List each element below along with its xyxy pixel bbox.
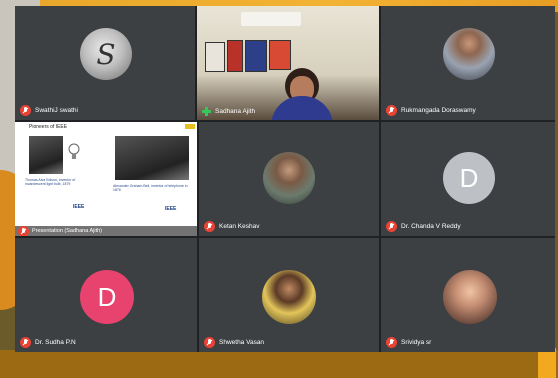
participant-name-row: Shwetha Vasan bbox=[204, 337, 264, 348]
participant-name: Presentation (Sadhana Ajith) bbox=[32, 228, 103, 234]
slide-background-bottom bbox=[0, 350, 558, 378]
avatar-letter: D bbox=[97, 281, 117, 312]
participant-name: SwathiJ swathi bbox=[35, 107, 78, 114]
participant-name-row: Dr. Sudha P.N bbox=[20, 337, 76, 348]
svg-text:S: S bbox=[96, 38, 115, 71]
participant-name-row: Sadhana Ajith bbox=[202, 107, 255, 116]
participant-tile-shwetha[interactable]: Shwetha Vasan bbox=[199, 238, 379, 352]
slide-background-corner bbox=[538, 348, 556, 378]
participant-name-row: Ketan Keshav bbox=[204, 221, 259, 232]
mic-off-icon bbox=[386, 105, 397, 116]
avatar bbox=[443, 28, 495, 80]
monogram-icon: S bbox=[96, 38, 115, 71]
avatar-letter: D bbox=[459, 162, 479, 193]
mic-off-icon bbox=[204, 337, 215, 348]
participant-name: Ketan Keshav bbox=[219, 223, 260, 230]
ieee-logo: IEEE bbox=[165, 206, 177, 212]
participant-name-row: Dr. Chanda V Reddy bbox=[386, 221, 461, 232]
avatar: S bbox=[80, 28, 132, 80]
pin-icon bbox=[202, 107, 211, 116]
avatar bbox=[262, 270, 316, 324]
background-poster bbox=[245, 40, 267, 72]
participant-tile-swathi[interactable]: S SwathiJ swathi bbox=[15, 6, 195, 120]
background-poster bbox=[269, 40, 291, 70]
participant-name: Dr. Sudha P.N bbox=[35, 339, 76, 346]
background-ac bbox=[241, 12, 301, 26]
participant-tile-sudha[interactable]: D Dr. Sudha P.N bbox=[15, 238, 197, 352]
avatar: D bbox=[443, 152, 495, 204]
participant-tile-sadhana[interactable]: Sadhana Ajith bbox=[197, 6, 379, 120]
background-poster bbox=[205, 42, 225, 72]
mic-off-icon bbox=[20, 337, 31, 348]
participant-tile-rukmangada[interactable]: Rukmangada Doraswamy bbox=[381, 6, 555, 120]
mic-off-icon bbox=[20, 105, 31, 116]
participant-name: Shwetha Vasan bbox=[219, 339, 265, 346]
avatar bbox=[263, 152, 315, 204]
mic-off-icon bbox=[386, 221, 397, 232]
shared-slide: Pioneers of IEEE Thomas Alva Edison, inv… bbox=[15, 122, 197, 236]
avatar bbox=[443, 270, 497, 324]
avatar: D bbox=[80, 270, 134, 324]
participant-name-row: Presentation (Sadhana Ajith) bbox=[15, 225, 197, 236]
webcam-video bbox=[197, 6, 379, 120]
ieee-logo: IEEE bbox=[73, 204, 85, 210]
person-body bbox=[271, 96, 333, 120]
participant-tile-ketan[interactable]: Ketan Keshav bbox=[199, 122, 379, 236]
participant-tile-chanda[interactable]: D Dr. Chanda V Reddy bbox=[381, 122, 555, 236]
participant-tile-presentation[interactable]: Pioneers of IEEE Thomas Alva Edison, inv… bbox=[15, 122, 197, 236]
participant-name-row: SwathiJ swathi bbox=[20, 105, 78, 116]
slide-title: Pioneers of IEEE bbox=[29, 124, 68, 130]
meeting-grid: S SwathiJ swathi Sadhana Ajith Rukmangad… bbox=[15, 6, 555, 352]
participant-name-row: Srividya sr bbox=[386, 337, 431, 348]
slide-caption-left: Thomas Alva Edison, inventor of incandes… bbox=[25, 178, 76, 187]
participant-name: Srividya sr bbox=[401, 339, 432, 346]
participant-name-row: Rukmangada Doraswamy bbox=[386, 105, 476, 116]
mic-off-icon bbox=[204, 221, 215, 232]
mic-off-icon bbox=[386, 337, 397, 348]
participant-name: Dr. Chanda V Reddy bbox=[401, 223, 461, 230]
participant-name: Sadhana Ajith bbox=[215, 108, 256, 115]
participant-tile-srividya[interactable]: Srividya sr bbox=[381, 238, 555, 352]
edison-photo bbox=[29, 136, 63, 174]
slide-tag bbox=[185, 124, 195, 129]
mic-off-icon bbox=[18, 225, 29, 236]
lightbulb-icon bbox=[68, 143, 80, 159]
participant-name: Rukmangada Doraswamy bbox=[401, 107, 476, 114]
slide-caption-right: Alexander Graham Bell, inventor of telep… bbox=[113, 184, 188, 193]
background-poster bbox=[227, 40, 243, 72]
bell-photo bbox=[115, 136, 189, 180]
